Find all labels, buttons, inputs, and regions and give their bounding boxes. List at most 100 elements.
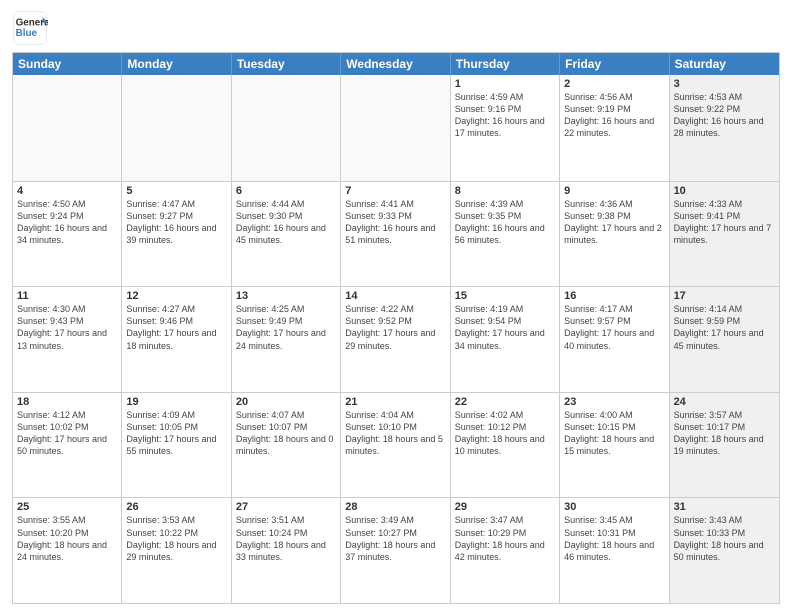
day-number: 10 — [674, 185, 775, 197]
weekday-header-thursday: Thursday — [451, 53, 560, 75]
day-number: 12 — [126, 290, 226, 302]
day-info: Sunrise: 3:53 AM Sunset: 10:22 PM Daylig… — [126, 514, 226, 563]
day-number: 4 — [17, 185, 117, 197]
day-number: 19 — [126, 396, 226, 408]
day-number: 26 — [126, 501, 226, 513]
day-number: 18 — [17, 396, 117, 408]
calendar-cell: 26Sunrise: 3:53 AM Sunset: 10:22 PM Dayl… — [122, 498, 231, 603]
day-info: Sunrise: 4:04 AM Sunset: 10:10 PM Daylig… — [345, 409, 445, 458]
day-number: 7 — [345, 185, 445, 197]
day-number: 5 — [126, 185, 226, 197]
day-number: 11 — [17, 290, 117, 302]
calendar-cell: 10Sunrise: 4:33 AM Sunset: 9:41 PM Dayli… — [670, 182, 779, 287]
day-info: Sunrise: 4:44 AM Sunset: 9:30 PM Dayligh… — [236, 198, 336, 247]
calendar-row-1: 1Sunrise: 4:59 AM Sunset: 9:16 PM Daylig… — [13, 75, 779, 181]
calendar-row-3: 11Sunrise: 4:30 AM Sunset: 9:43 PM Dayli… — [13, 286, 779, 392]
day-info: Sunrise: 4:56 AM Sunset: 9:19 PM Dayligh… — [564, 91, 664, 140]
day-number: 20 — [236, 396, 336, 408]
day-number: 25 — [17, 501, 117, 513]
day-number: 6 — [236, 185, 336, 197]
calendar-cell: 14Sunrise: 4:22 AM Sunset: 9:52 PM Dayli… — [341, 287, 450, 392]
calendar-cell: 12Sunrise: 4:27 AM Sunset: 9:46 PM Dayli… — [122, 287, 231, 392]
day-info: Sunrise: 4:33 AM Sunset: 9:41 PM Dayligh… — [674, 198, 775, 247]
calendar-cell: 16Sunrise: 4:17 AM Sunset: 9:57 PM Dayli… — [560, 287, 669, 392]
calendar-cell — [13, 75, 122, 181]
day-number: 28 — [345, 501, 445, 513]
day-number: 2 — [564, 78, 664, 90]
day-number: 1 — [455, 78, 555, 90]
calendar-cell: 30Sunrise: 3:45 AM Sunset: 10:31 PM Dayl… — [560, 498, 669, 603]
calendar-cell: 5Sunrise: 4:47 AM Sunset: 9:27 PM Daylig… — [122, 182, 231, 287]
weekday-header-monday: Monday — [122, 53, 231, 75]
calendar-header: SundayMondayTuesdayWednesdayThursdayFrid… — [13, 53, 779, 75]
day-number: 22 — [455, 396, 555, 408]
day-info: Sunrise: 4:50 AM Sunset: 9:24 PM Dayligh… — [17, 198, 117, 247]
weekday-header-wednesday: Wednesday — [341, 53, 450, 75]
day-number: 9 — [564, 185, 664, 197]
day-number: 15 — [455, 290, 555, 302]
day-info: Sunrise: 3:45 AM Sunset: 10:31 PM Daylig… — [564, 514, 664, 563]
calendar-cell — [341, 75, 450, 181]
calendar-cell: 11Sunrise: 4:30 AM Sunset: 9:43 PM Dayli… — [13, 287, 122, 392]
day-number: 8 — [455, 185, 555, 197]
calendar-cell: 15Sunrise: 4:19 AM Sunset: 9:54 PM Dayli… — [451, 287, 560, 392]
day-info: Sunrise: 4:41 AM Sunset: 9:33 PM Dayligh… — [345, 198, 445, 247]
day-info: Sunrise: 3:57 AM Sunset: 10:17 PM Daylig… — [674, 409, 775, 458]
day-number: 31 — [674, 501, 775, 513]
calendar-cell: 7Sunrise: 4:41 AM Sunset: 9:33 PM Daylig… — [341, 182, 450, 287]
calendar-cell: 27Sunrise: 3:51 AM Sunset: 10:24 PM Dayl… — [232, 498, 341, 603]
day-number: 21 — [345, 396, 445, 408]
calendar-cell: 17Sunrise: 4:14 AM Sunset: 9:59 PM Dayli… — [670, 287, 779, 392]
calendar-cell: 3Sunrise: 4:53 AM Sunset: 9:22 PM Daylig… — [670, 75, 779, 181]
calendar-cell: 29Sunrise: 3:47 AM Sunset: 10:29 PM Dayl… — [451, 498, 560, 603]
day-info: Sunrise: 4:19 AM Sunset: 9:54 PM Dayligh… — [455, 303, 555, 352]
day-info: Sunrise: 4:00 AM Sunset: 10:15 PM Daylig… — [564, 409, 664, 458]
calendar-cell: 18Sunrise: 4:12 AM Sunset: 10:02 PM Dayl… — [13, 393, 122, 498]
weekday-header-tuesday: Tuesday — [232, 53, 341, 75]
day-info: Sunrise: 3:47 AM Sunset: 10:29 PM Daylig… — [455, 514, 555, 563]
day-info: Sunrise: 3:51 AM Sunset: 10:24 PM Daylig… — [236, 514, 336, 563]
calendar-cell: 25Sunrise: 3:55 AM Sunset: 10:20 PM Dayl… — [13, 498, 122, 603]
day-info: Sunrise: 3:43 AM Sunset: 10:33 PM Daylig… — [674, 514, 775, 563]
calendar-cell: 13Sunrise: 4:25 AM Sunset: 9:49 PM Dayli… — [232, 287, 341, 392]
svg-text:Blue: Blue — [16, 28, 38, 39]
calendar-cell: 23Sunrise: 4:00 AM Sunset: 10:15 PM Dayl… — [560, 393, 669, 498]
day-info: Sunrise: 4:36 AM Sunset: 9:38 PM Dayligh… — [564, 198, 664, 247]
day-info: Sunrise: 4:09 AM Sunset: 10:05 PM Daylig… — [126, 409, 226, 458]
calendar-row-4: 18Sunrise: 4:12 AM Sunset: 10:02 PM Dayl… — [13, 392, 779, 498]
weekday-header-friday: Friday — [560, 53, 669, 75]
day-info: Sunrise: 4:02 AM Sunset: 10:12 PM Daylig… — [455, 409, 555, 458]
day-number: 14 — [345, 290, 445, 302]
day-number: 24 — [674, 396, 775, 408]
day-number: 16 — [564, 290, 664, 302]
weekday-header-sunday: Sunday — [13, 53, 122, 75]
day-info: Sunrise: 3:49 AM Sunset: 10:27 PM Daylig… — [345, 514, 445, 563]
day-info: Sunrise: 4:59 AM Sunset: 9:16 PM Dayligh… — [455, 91, 555, 140]
day-info: Sunrise: 3:55 AM Sunset: 10:20 PM Daylig… — [17, 514, 117, 563]
calendar-body: 1Sunrise: 4:59 AM Sunset: 9:16 PM Daylig… — [13, 75, 779, 603]
calendar-cell: 22Sunrise: 4:02 AM Sunset: 10:12 PM Dayl… — [451, 393, 560, 498]
day-info: Sunrise: 4:25 AM Sunset: 9:49 PM Dayligh… — [236, 303, 336, 352]
calendar-row-5: 25Sunrise: 3:55 AM Sunset: 10:20 PM Dayl… — [13, 497, 779, 603]
day-info: Sunrise: 4:30 AM Sunset: 9:43 PM Dayligh… — [17, 303, 117, 352]
day-info: Sunrise: 4:27 AM Sunset: 9:46 PM Dayligh… — [126, 303, 226, 352]
calendar-cell: 1Sunrise: 4:59 AM Sunset: 9:16 PM Daylig… — [451, 75, 560, 181]
day-info: Sunrise: 4:39 AM Sunset: 9:35 PM Dayligh… — [455, 198, 555, 247]
day-info: Sunrise: 4:07 AM Sunset: 10:07 PM Daylig… — [236, 409, 336, 458]
day-number: 3 — [674, 78, 775, 90]
day-info: Sunrise: 4:22 AM Sunset: 9:52 PM Dayligh… — [345, 303, 445, 352]
logo-icon: General Blue — [12, 10, 48, 46]
calendar-cell: 8Sunrise: 4:39 AM Sunset: 9:35 PM Daylig… — [451, 182, 560, 287]
day-number: 27 — [236, 501, 336, 513]
calendar: SundayMondayTuesdayWednesdayThursdayFrid… — [12, 52, 780, 604]
calendar-cell: 28Sunrise: 3:49 AM Sunset: 10:27 PM Dayl… — [341, 498, 450, 603]
calendar-cell — [232, 75, 341, 181]
day-number: 13 — [236, 290, 336, 302]
calendar-cell — [122, 75, 231, 181]
header: General Blue — [12, 10, 780, 46]
calendar-cell: 31Sunrise: 3:43 AM Sunset: 10:33 PM Dayl… — [670, 498, 779, 603]
day-info: Sunrise: 4:14 AM Sunset: 9:59 PM Dayligh… — [674, 303, 775, 352]
day-number: 29 — [455, 501, 555, 513]
calendar-cell: 21Sunrise: 4:04 AM Sunset: 10:10 PM Dayl… — [341, 393, 450, 498]
day-info: Sunrise: 4:53 AM Sunset: 9:22 PM Dayligh… — [674, 91, 775, 140]
